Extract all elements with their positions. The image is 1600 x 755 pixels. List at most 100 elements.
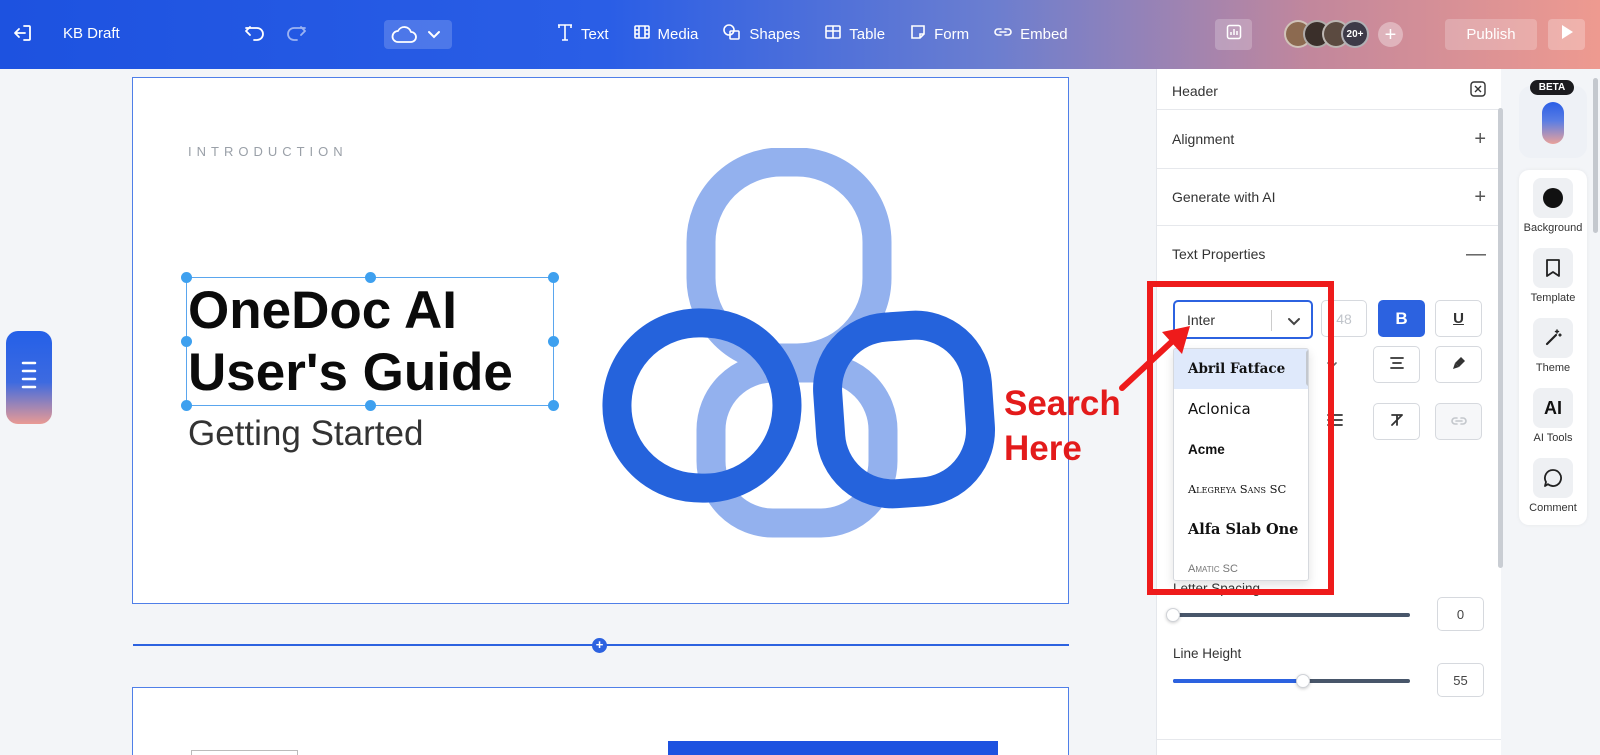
rail-template[interactable]: Template: [1519, 248, 1587, 304]
cloud-save-menu[interactable]: [384, 20, 452, 49]
add-collaborator-button[interactable]: +: [1378, 22, 1403, 47]
panel-header: Header: [1172, 81, 1486, 100]
preview-button[interactable]: [1548, 19, 1585, 50]
font-option[interactable]: Acme: [1174, 429, 1308, 469]
exit-icon[interactable]: [12, 22, 34, 44]
table-icon: [824, 23, 842, 45]
close-icon[interactable]: [1470, 81, 1486, 100]
panel-scrollbar[interactable]: [1498, 108, 1503, 568]
resize-handle[interactable]: [365, 272, 376, 283]
font-option[interactable]: Alegreya Sans SC: [1174, 469, 1308, 509]
link-button[interactable]: [1435, 403, 1482, 440]
slide-intro[interactable]: INTRODUCTION OneDoc AI User's Guide Gett…: [132, 77, 1069, 604]
collapse-icon[interactable]: —: [1466, 244, 1486, 264]
line-height-value[interactable]: 55: [1437, 663, 1484, 697]
annotation-line-1: Search: [1004, 384, 1121, 423]
ai-assistant-card[interactable]: BETA: [1519, 80, 1587, 158]
letter-spacing-slider[interactable]: [1166, 608, 1410, 622]
clear-format-button[interactable]: [1373, 403, 1420, 440]
letter-spacing-label: Letter Spacing: [1173, 581, 1261, 596]
resize-handle[interactable]: [181, 272, 192, 283]
tool-embed-label: Embed: [1020, 25, 1068, 43]
plus-icon: +: [1384, 23, 1397, 46]
underline-icon: U: [1453, 310, 1464, 327]
ai-orb-icon: [1542, 102, 1564, 144]
bold-icon: B: [1395, 308, 1408, 328]
letter-spacing-value[interactable]: 0: [1437, 597, 1484, 631]
section-generate-ai[interactable]: Generate with AI +: [1172, 187, 1486, 207]
font-option[interactable]: Alfa Slab One: [1174, 509, 1308, 549]
rail-theme-label: Theme: [1535, 362, 1571, 374]
font-option[interactable]: Aclonica: [1174, 389, 1308, 429]
eyebrow-text[interactable]: INTRODUCTION: [188, 144, 348, 159]
subtitle-text[interactable]: Getting Started: [188, 414, 423, 454]
highlight-button[interactable]: [1435, 346, 1482, 383]
highlighter-icon: [1451, 355, 1467, 375]
slide-next[interactable]: [132, 687, 1069, 755]
media-icon: [633, 23, 651, 45]
align-center-button[interactable]: [1373, 346, 1420, 383]
tool-form[interactable]: Form: [909, 23, 969, 45]
resize-handle[interactable]: [548, 400, 559, 411]
expand-icon[interactable]: +: [1474, 187, 1486, 207]
font-size-input[interactable]: 48: [1321, 300, 1367, 337]
chevron-down-icon: [1287, 314, 1301, 330]
collaborator-avatars[interactable]: 20+: [1284, 20, 1369, 48]
tool-embed[interactable]: Embed: [993, 24, 1068, 44]
undo-icon[interactable]: [244, 23, 266, 43]
slider-knob[interactable]: [1296, 674, 1310, 688]
font-family-dropdown: Abril Fatface Aclonica Acme Alegreya San…: [1173, 348, 1309, 581]
clear-format-icon: [1389, 412, 1405, 432]
analytics-button[interactable]: [1215, 19, 1252, 50]
redo-icon[interactable]: [285, 23, 307, 43]
font-family-select[interactable]: Inter: [1173, 300, 1313, 339]
section-text-properties[interactable]: Text Properties —: [1172, 244, 1486, 264]
outline-drawer-toggle[interactable]: [6, 331, 52, 424]
line-height-slider[interactable]: [1173, 674, 1410, 688]
document-title[interactable]: KB Draft: [63, 25, 120, 42]
rail-theme[interactable]: Theme: [1519, 318, 1587, 374]
rail-scrollbar[interactable]: [1593, 78, 1598, 233]
beta-badge: BETA: [1530, 80, 1574, 95]
resize-handle[interactable]: [548, 336, 559, 347]
tool-media[interactable]: Media: [633, 23, 699, 45]
list-button[interactable]: [1317, 403, 1352, 440]
slider-knob[interactable]: [1166, 608, 1180, 622]
resize-handle[interactable]: [181, 400, 192, 411]
insert-tools: Text Media Shapes Table Form Embed: [556, 22, 1068, 46]
publish-button[interactable]: Publish: [1445, 19, 1537, 50]
rail-ai-tools[interactable]: AI AI Tools: [1519, 388, 1587, 444]
resize-handle[interactable]: [181, 336, 192, 347]
add-section-button[interactable]: +: [592, 638, 607, 653]
underline-button[interactable]: U: [1435, 300, 1482, 337]
font-option[interactable]: Abril Fatface: [1174, 349, 1308, 389]
magic-wand-icon: [1533, 318, 1573, 358]
font-option[interactable]: Amatic SC: [1174, 549, 1308, 580]
image-placeholder: [191, 750, 298, 755]
dropdown-scrollbar[interactable]: [1306, 350, 1308, 386]
font-family-value: Inter: [1187, 311, 1216, 328]
tool-shapes[interactable]: Shapes: [722, 23, 800, 45]
onedoc-logo[interactable]: [601, 148, 1001, 538]
rail-template-label: Template: [1530, 292, 1576, 304]
list-icon: [1326, 413, 1343, 431]
resize-handle[interactable]: [548, 272, 559, 283]
tool-shapes-label: Shapes: [749, 25, 801, 43]
rail-background[interactable]: Background: [1519, 178, 1587, 234]
tool-text[interactable]: Text: [556, 22, 609, 46]
rail-comment[interactable]: Comment: [1519, 458, 1587, 514]
background-icon: [1533, 178, 1573, 218]
resize-handle[interactable]: [365, 400, 376, 411]
chevron-down-icon: [427, 30, 441, 40]
weight-select[interactable]: [1317, 346, 1347, 383]
bold-button[interactable]: B: [1378, 300, 1425, 337]
bookmark-icon: [1533, 248, 1573, 288]
panel-header-title: Header: [1172, 82, 1218, 99]
tool-table[interactable]: Table: [824, 23, 885, 45]
rail-ai-tools-label: AI Tools: [1533, 432, 1573, 444]
tool-media-label: Media: [657, 25, 699, 43]
tool-text-label: Text: [581, 25, 609, 43]
cloud-icon: [390, 25, 418, 45]
section-alignment[interactable]: Alignment +: [1172, 129, 1486, 149]
expand-icon[interactable]: +: [1474, 129, 1486, 149]
